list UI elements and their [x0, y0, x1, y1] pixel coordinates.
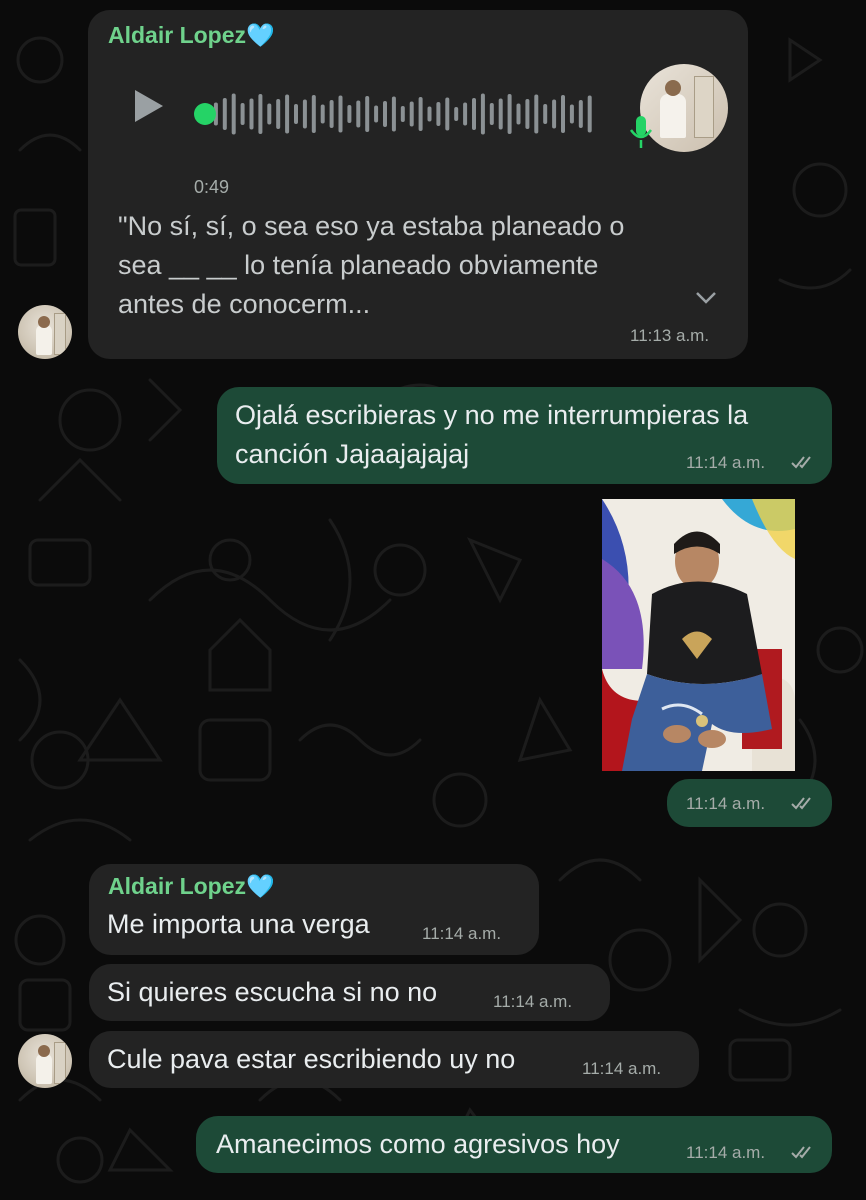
- read-ticks-icon: [791, 1146, 811, 1159]
- message-time: 11:14 a.m.: [686, 1143, 766, 1162]
- waveform-bar: [374, 105, 379, 123]
- chevron-down-icon[interactable]: [694, 290, 718, 306]
- message-text: Amanecimos como agresivos hoy: [216, 1129, 620, 1159]
- waveform-bar: [454, 107, 459, 121]
- transcript-line-2: sea __ __ lo tenía planeado obviamente: [118, 250, 599, 280]
- message-time: 11:13 a.m.: [630, 326, 710, 345]
- photo-caption-bubble[interactable]: 11:14 a.m.: [667, 779, 832, 827]
- waveform-bar: [418, 97, 423, 131]
- waveform-bar: [329, 100, 334, 128]
- message-time: 11:14 a.m.: [582, 1059, 662, 1078]
- message-time: 11:14 a.m.: [686, 794, 766, 813]
- message-text: Me importa una verga: [107, 909, 370, 939]
- message-text: Si quieres escucha si no no: [107, 977, 438, 1007]
- message-time: 11:14 a.m.: [686, 453, 766, 472]
- incoming-message[interactable]: Cule pava estar escribiendo uy no 11:14 …: [89, 1031, 699, 1088]
- photo-attachment[interactable]: [602, 499, 795, 771]
- heart-emoji: 🩵: [246, 873, 275, 899]
- waveform-bar: [249, 98, 254, 130]
- waveform-bar: [507, 94, 512, 134]
- transcript-line-3: antes de conocerm...: [118, 289, 371, 319]
- waveform-bar: [587, 95, 592, 133]
- waveform-bar: [489, 103, 494, 125]
- message-line-2: canción Jajaajajajaj: [235, 439, 470, 469]
- waveform-bar: [525, 99, 530, 129]
- incoming-message[interactable]: Aldair Lopez🩵 Me importa una verga 11:14…: [89, 864, 539, 955]
- transcript-line-1: "No sí, sí, o sea eso ya estaba planeado…: [118, 211, 625, 241]
- waveform-bar: [258, 94, 263, 134]
- sender-name: Aldair Lopez🩵: [108, 22, 275, 48]
- voice-waveform[interactable]: [193, 84, 603, 144]
- waveform-bar: [383, 101, 387, 127]
- waveform-bar: [472, 98, 476, 130]
- playback-position-dot[interactable]: [194, 103, 216, 125]
- waveform-bar: [516, 103, 521, 125]
- read-ticks-icon: [791, 797, 811, 810]
- message-text: Cule pava estar escribiendo uy no: [107, 1044, 516, 1074]
- waveform-bar: [409, 101, 414, 127]
- waveform-bar: [356, 100, 361, 128]
- waveform-bar: [445, 97, 450, 131]
- waveform-bar: [569, 104, 574, 124]
- waveform-bar: [302, 99, 307, 129]
- waveform-bar: [427, 106, 432, 122]
- waveform-bar: [498, 98, 503, 130]
- outgoing-message[interactable]: Ojalá escribieras y no me interrumpieras…: [217, 387, 832, 484]
- microphone-icon: [629, 116, 653, 148]
- voice-duration: 0:49: [194, 177, 230, 197]
- waveform-bar: [578, 100, 583, 128]
- sender-name: Aldair Lopez🩵: [108, 873, 275, 899]
- waveform-bar: [231, 93, 236, 135]
- waveform-bar: [543, 104, 548, 124]
- contact-avatar[interactable]: [18, 1034, 72, 1088]
- waveform-bar: [463, 102, 468, 126]
- message-time: 11:14 a.m.: [422, 924, 502, 943]
- outgoing-message[interactable]: Amanecimos como agresivos hoy 11:14 a.m.: [196, 1116, 832, 1173]
- waveform-bar: [552, 99, 557, 129]
- waveform-bar: [436, 102, 441, 126]
- voice-note-bubble[interactable]: Aldair Lopez🩵 0:49 "No sí, sí, o sea eso…: [88, 10, 748, 359]
- waveform-bar: [311, 95, 316, 133]
- waveform-bar: [285, 94, 290, 134]
- waveform-bar: [400, 106, 405, 122]
- photo-image: [602, 499, 795, 771]
- waveform-bar: [294, 104, 298, 124]
- waveform-bar: [276, 99, 281, 129]
- heart-emoji: 🩵: [246, 22, 275, 48]
- waveform-bar: [365, 96, 370, 132]
- waveform-bar: [267, 103, 272, 125]
- waveform-bar: [534, 94, 539, 134]
- waveform-bar: [347, 105, 352, 123]
- contact-avatar[interactable]: [18, 305, 72, 359]
- waveform-bar: [391, 96, 396, 132]
- incoming-message[interactable]: Si quieres escucha si no no 11:14 a.m.: [89, 964, 610, 1021]
- waveform-bar: [338, 95, 343, 133]
- waveform-bar: [222, 98, 227, 130]
- waveform-bar: [240, 103, 245, 125]
- message-line-1: Ojalá escribieras y no me interrumpieras…: [235, 400, 749, 430]
- waveform-bar: [561, 95, 565, 133]
- waveform-bar: [320, 104, 325, 124]
- waveform-bar: [480, 93, 485, 135]
- play-icon[interactable]: [132, 88, 166, 124]
- read-ticks-icon: [791, 456, 811, 469]
- message-time: 11:14 a.m.: [493, 992, 573, 1011]
